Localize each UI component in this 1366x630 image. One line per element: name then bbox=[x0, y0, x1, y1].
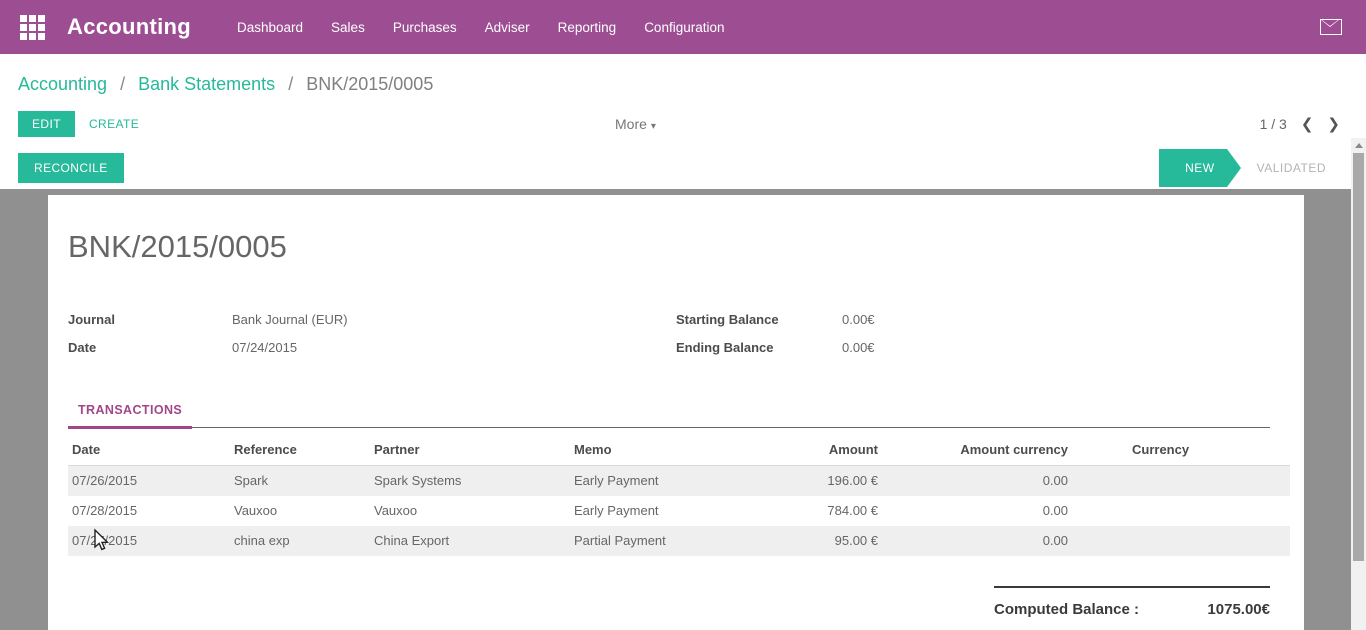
apps-grid-icon[interactable] bbox=[20, 15, 45, 40]
cell-memo[interactable]: Early Payment bbox=[570, 466, 778, 496]
pager-next-icon[interactable]: ❯ bbox=[1327, 117, 1340, 132]
reconcile-button[interactable]: RECONCILE bbox=[18, 153, 124, 183]
col-memo[interactable]: Memo bbox=[570, 436, 778, 466]
state-new[interactable]: NEW bbox=[1159, 149, 1227, 187]
journal-label: Journal bbox=[68, 312, 232, 327]
cell-amount[interactable]: 784.00 € bbox=[778, 496, 898, 526]
cell-amount-currency[interactable]: 0.00 bbox=[898, 466, 1088, 496]
breadcrumb-current-record: BNK/2015/0005 bbox=[306, 74, 433, 94]
date-label: Date bbox=[68, 340, 232, 355]
cell-date[interactable]: 07/27/2015 bbox=[68, 526, 230, 556]
field-groups: Journal Bank Journal (EUR) Date 07/24/20… bbox=[68, 309, 1270, 357]
edit-button[interactable]: EDIT bbox=[18, 111, 75, 137]
menu-sales[interactable]: Sales bbox=[331, 20, 365, 35]
form-sheet: BNK/2015/0005 Journal Bank Journal (EUR)… bbox=[48, 195, 1304, 630]
cell-memo[interactable]: Partial Payment bbox=[570, 526, 778, 556]
menu-reporting[interactable]: Reporting bbox=[558, 20, 617, 35]
cell-reference[interactable]: Spark bbox=[230, 466, 370, 496]
form-view-background: BNK/2015/0005 Journal Bank Journal (EUR)… bbox=[0, 189, 1366, 630]
main-menu: Dashboard Sales Purchases Adviser Report… bbox=[237, 20, 725, 35]
menu-dashboard[interactable]: Dashboard bbox=[237, 20, 303, 35]
record-title: BNK/2015/0005 bbox=[68, 229, 1270, 265]
cell-currency[interactable] bbox=[1088, 526, 1290, 556]
state-validated[interactable]: VALIDATED bbox=[1227, 161, 1336, 175]
col-reference[interactable]: Reference bbox=[230, 436, 370, 466]
cell-amount[interactable]: 196.00 € bbox=[778, 466, 898, 496]
notebook-tabbar: TRANSACTIONS bbox=[68, 403, 1270, 428]
col-date[interactable]: Date bbox=[68, 436, 230, 466]
cell-currency[interactable] bbox=[1088, 496, 1290, 526]
statusbar: RECONCILE NEW VALIDATED bbox=[0, 147, 1366, 189]
ending-balance-value[interactable]: 0.00€ bbox=[842, 340, 875, 355]
more-dropdown[interactable]: More▾ bbox=[615, 116, 656, 132]
state-widget: NEW VALIDATED bbox=[1159, 149, 1336, 187]
menu-configuration[interactable]: Configuration bbox=[644, 20, 724, 35]
tab-transactions[interactable]: TRANSACTIONS bbox=[68, 403, 192, 429]
computed-balance: Computed Balance : 1075.00€ bbox=[994, 586, 1270, 618]
scrollbar-thumb[interactable] bbox=[1353, 153, 1364, 561]
cell-partner[interactable]: China Export bbox=[370, 526, 570, 556]
breadcrumb-bank-statements[interactable]: Bank Statements bbox=[138, 74, 275, 94]
cell-amount-currency[interactable]: 0.00 bbox=[898, 526, 1088, 556]
col-amount-currency[interactable]: Amount currency bbox=[898, 436, 1088, 466]
vertical-scrollbar[interactable] bbox=[1351, 138, 1366, 630]
messages-envelope-icon[interactable] bbox=[1320, 19, 1342, 35]
cell-reference[interactable]: china exp bbox=[230, 526, 370, 556]
transactions-table: Date Reference Partner Memo Amount Amoun… bbox=[68, 436, 1290, 556]
create-button[interactable]: CREATE bbox=[75, 111, 153, 137]
cell-partner[interactable]: Spark Systems bbox=[370, 466, 570, 496]
starting-balance-label: Starting Balance bbox=[676, 312, 842, 327]
table-row[interactable]: 07/26/2015 Spark Spark Systems Early Pay… bbox=[68, 466, 1290, 496]
cell-memo[interactable]: Early Payment bbox=[570, 496, 778, 526]
date-value[interactable]: 07/24/2015 bbox=[232, 340, 297, 355]
cell-currency[interactable] bbox=[1088, 466, 1290, 496]
col-currency[interactable]: Currency bbox=[1088, 436, 1290, 466]
starting-balance-value[interactable]: 0.00€ bbox=[842, 312, 875, 327]
control-panel: EDIT CREATE More▾ 1 / 3 ❮ ❯ bbox=[0, 101, 1366, 147]
breadcrumb-accounting[interactable]: Accounting bbox=[18, 74, 107, 94]
cell-amount[interactable]: 95.00 € bbox=[778, 526, 898, 556]
cell-date[interactable]: 07/26/2015 bbox=[68, 466, 230, 496]
pager-count: 1 / 3 bbox=[1260, 116, 1287, 132]
computed-balance-label: Computed Balance : bbox=[994, 601, 1139, 618]
journal-value[interactable]: Bank Journal (EUR) bbox=[232, 312, 348, 327]
pager-previous-icon[interactable]: ❮ bbox=[1301, 117, 1314, 132]
breadcrumb-separator: / bbox=[120, 74, 125, 94]
cell-date[interactable]: 07/28/2015 bbox=[68, 496, 230, 526]
table-header-row: Date Reference Partner Memo Amount Amoun… bbox=[68, 436, 1290, 466]
breadcrumb: Accounting / Bank Statements / BNK/2015/… bbox=[0, 54, 1366, 101]
table-row[interactable]: 07/27/2015 china exp China Export Partia… bbox=[68, 526, 1290, 556]
col-partner[interactable]: Partner bbox=[370, 436, 570, 466]
cell-reference[interactable]: Vauxoo bbox=[230, 496, 370, 526]
cell-amount-currency[interactable]: 0.00 bbox=[898, 496, 1088, 526]
pager: 1 / 3 ❮ ❯ bbox=[1260, 116, 1340, 132]
top-navbar: Accounting Dashboard Sales Purchases Adv… bbox=[0, 0, 1366, 54]
chevron-down-icon: ▾ bbox=[651, 121, 656, 132]
menu-adviser[interactable]: Adviser bbox=[485, 20, 530, 35]
scrollbar-up-icon[interactable] bbox=[1351, 138, 1366, 152]
ending-balance-label: Ending Balance bbox=[676, 340, 842, 355]
breadcrumb-separator: / bbox=[288, 74, 293, 94]
menu-purchases[interactable]: Purchases bbox=[393, 20, 457, 35]
table-row[interactable]: 07/28/2015 Vauxoo Vauxoo Early Payment 7… bbox=[68, 496, 1290, 526]
col-amount[interactable]: Amount bbox=[778, 436, 898, 466]
cell-partner[interactable]: Vauxoo bbox=[370, 496, 570, 526]
app-title[interactable]: Accounting bbox=[67, 14, 191, 40]
computed-balance-value: 1075.00€ bbox=[1207, 601, 1270, 618]
